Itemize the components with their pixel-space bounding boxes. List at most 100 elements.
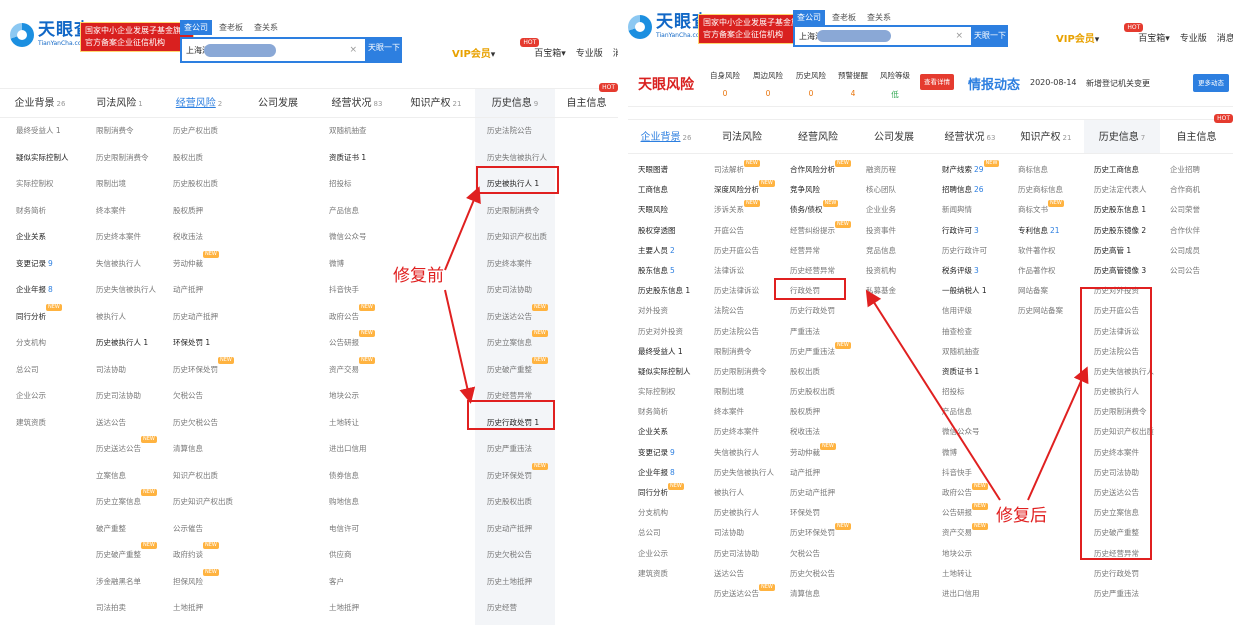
module-link[interactable]: 法律诉讼	[714, 261, 780, 281]
module-link[interactable]: 历史开庭公告	[714, 241, 780, 261]
module-link[interactable]: 产品信息	[329, 198, 397, 225]
pro-link[interactable]: 专业版	[576, 46, 603, 59]
module-link[interactable]: 法院公告	[714, 301, 780, 321]
risk-stat[interactable]: 历史风险 0	[796, 70, 826, 98]
module-link[interactable]: 环保处罚	[790, 503, 856, 523]
module-link[interactable]: 历史知识产权出质	[173, 489, 239, 516]
module-link[interactable]: 终本案件	[96, 198, 159, 225]
clear-icon[interactable]: ×	[349, 45, 357, 55]
module-link[interactable]: 专利信息 21	[1018, 221, 1084, 241]
module-link[interactable]: 作品著作权	[1018, 261, 1084, 281]
module-link[interactable]: 历史行政处罚	[790, 301, 856, 321]
module-link[interactable]: 债务/债权NEW	[790, 200, 856, 220]
module-link[interactable]: 清算信息	[173, 436, 239, 463]
module-link[interactable]: 历史严重违法	[487, 436, 555, 463]
module-tab[interactable]: 知识产权 21	[1008, 120, 1084, 153]
module-link[interactable]: 司法拍卖	[96, 595, 159, 622]
module-link[interactable]: 主要人员 2	[638, 241, 704, 261]
module-link[interactable]: 税收违法	[173, 224, 239, 251]
module-link[interactable]: 公司公告	[1170, 261, 1233, 281]
module-link[interactable]: 历史限制消费令	[714, 362, 780, 382]
module-link[interactable]: 双随机抽查	[942, 342, 1008, 362]
module-link[interactable]: 企业年报 8	[16, 277, 80, 304]
module-link[interactable]: 商标文书NEW	[1018, 200, 1084, 220]
module-link[interactable]: 历史动产抵押	[487, 516, 555, 543]
module-link[interactable]: 历史行政许可	[942, 241, 1008, 261]
module-link[interactable]: 新闻舆情	[942, 200, 1008, 220]
module-link[interactable]: 历史法院公告	[714, 322, 780, 342]
module-link[interactable]: 抖音快手	[942, 463, 1008, 483]
module-link[interactable]: 企业业务	[866, 200, 932, 220]
risk-stat[interactable]: 预警提醒 4	[838, 70, 868, 98]
module-link[interactable]: 企业公示	[16, 383, 80, 410]
module-link[interactable]: 实际控制权	[16, 171, 80, 198]
module-link[interactable]: 历史动产抵押	[173, 304, 239, 331]
module-link[interactable]: 购地信息	[329, 489, 397, 516]
module-link[interactable]: 公司成员	[1170, 241, 1233, 261]
module-link[interactable]: 历史失信被执行人	[714, 463, 780, 483]
module-link[interactable]: 历史失信被执行人	[96, 277, 159, 304]
module-link[interactable]: 司法协助	[96, 357, 159, 384]
module-link[interactable]: 供应商	[329, 542, 397, 569]
module-link[interactable]: 开庭公告	[714, 221, 780, 241]
module-link[interactable]: 对外投资	[638, 301, 704, 321]
module-link[interactable]: 历史终本案件	[487, 251, 555, 278]
module-link[interactable]: 担保风险NEW	[173, 568, 239, 596]
module-link[interactable]: 股权出质	[173, 145, 239, 172]
module-link[interactable]: 最终受益人 1	[16, 118, 80, 145]
module-link[interactable]: 土地抵押	[329, 595, 397, 622]
module-link[interactable]: 历史严重违法NEW	[790, 341, 856, 362]
view-details-button[interactable]: 查看详情	[920, 74, 954, 90]
module-tab[interactable]: 历史信息 9	[475, 89, 555, 117]
module-link[interactable]: 资产交易NEW	[942, 523, 1008, 543]
module-link[interactable]: 失信被执行人	[714, 443, 780, 463]
module-link[interactable]: 终本案件	[714, 402, 780, 422]
risk-stat[interactable]: 风险等级低	[880, 70, 910, 100]
module-link[interactable]: 行政许可 3	[942, 221, 1008, 241]
module-link[interactable]: 财产线索 29NEW	[942, 160, 1008, 180]
module-link[interactable]: 总公司	[638, 523, 704, 543]
module-link[interactable]: 历史立案信息NEW	[96, 489, 159, 516]
module-link[interactable]: 实际控制权	[638, 382, 704, 402]
module-link[interactable]: 股权穿透图	[638, 221, 704, 241]
module-link[interactable]: 历史法定代表人	[1094, 180, 1160, 200]
clear-icon[interactable]: ×	[955, 31, 963, 41]
module-link[interactable]: 资质证书 1	[329, 145, 397, 172]
module-link[interactable]: 清算信息	[790, 584, 856, 604]
module-link[interactable]: 司法解析NEW	[714, 160, 780, 180]
module-link[interactable]: 历史被执行人 1	[96, 330, 159, 357]
module-link[interactable]: 疑似实际控制人	[16, 145, 80, 172]
module-link[interactable]: 历史股权出质	[487, 489, 555, 516]
module-tab[interactable]: 公司发展	[239, 89, 317, 117]
module-link[interactable]: 建筑资质	[16, 410, 80, 437]
module-link[interactable]: 欠税公告	[790, 544, 856, 564]
module-link[interactable]: 企业年报 8	[638, 463, 704, 483]
module-link[interactable]: 历史商标信息	[1018, 180, 1084, 200]
module-tab[interactable]: 司法风险 1	[80, 89, 159, 117]
module-link[interactable]: 历史环保处罚NEW	[790, 523, 856, 543]
module-link[interactable]: 融资历程	[866, 160, 932, 180]
search-tab[interactable]: 查公司	[180, 20, 212, 35]
module-link[interactable]: 商标信息	[1018, 160, 1084, 180]
module-link[interactable]: 税收违法	[790, 422, 856, 442]
module-link[interactable]: 财务简析	[16, 198, 80, 225]
module-link[interactable]: 历史限制消费令	[487, 198, 555, 225]
module-link[interactable]: 同行分析NEW	[638, 483, 704, 503]
module-link[interactable]: 历史法院公告	[487, 118, 555, 145]
intel-text[interactable]: 新增登记机关变更	[1086, 78, 1150, 89]
module-link[interactable]: 微信公众号	[329, 224, 397, 251]
search-tab[interactable]: 查老板	[215, 20, 247, 35]
module-link[interactable]: 历史网站备案	[1018, 301, 1084, 321]
module-link[interactable]: 建筑资质	[638, 564, 704, 584]
module-link[interactable]: 政府约谈NEW	[173, 542, 239, 569]
module-link[interactable]: 历史股权出质	[790, 382, 856, 402]
module-tab[interactable]: 经营风险 2	[159, 89, 239, 117]
module-tab[interactable]: 经营风险	[780, 120, 856, 153]
module-link[interactable]: 历史送达公告NEW	[487, 303, 555, 331]
module-link[interactable]: 被执行人	[714, 483, 780, 503]
module-link[interactable]: 历史欠税公告	[487, 542, 555, 569]
module-link[interactable]: 欠税公告	[173, 383, 239, 410]
module-link[interactable]: 最终受益人 1	[638, 342, 704, 362]
module-link[interactable]: 政府公告NEW	[329, 303, 397, 331]
vip-link[interactable]: VIP会员▾	[1056, 30, 1099, 45]
